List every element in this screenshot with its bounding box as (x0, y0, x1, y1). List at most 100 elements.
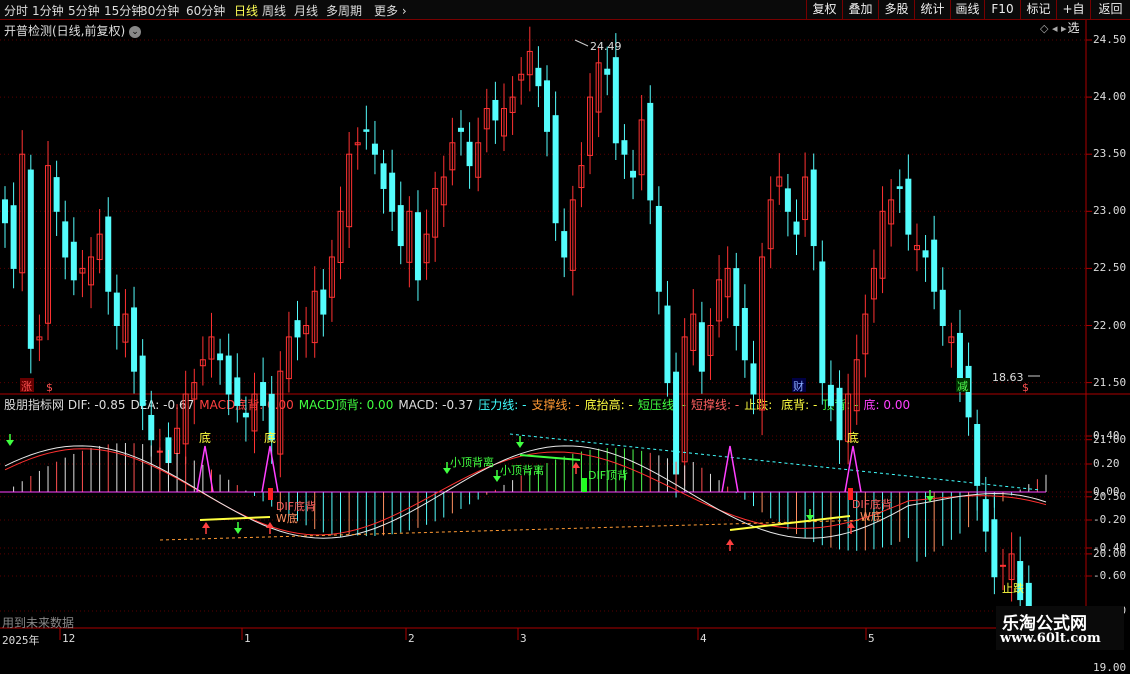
di-label: 底 (847, 430, 859, 445)
candle-body (381, 164, 386, 189)
high-pointer (575, 40, 588, 46)
candle-body (226, 356, 231, 394)
candle-body (63, 222, 68, 257)
candle-body (906, 179, 911, 234)
signal-arrow (726, 539, 734, 545)
short-pressure-line (520, 455, 580, 460)
signal-arrow (443, 468, 451, 474)
xiao-dingbeili-label-2: 小顶背离 (500, 463, 544, 477)
jian-marker: 减 (957, 380, 968, 393)
candle-body (390, 173, 395, 211)
zhang-marker: 涨 (21, 380, 32, 393)
signal-arrow (493, 476, 501, 482)
candle-body (674, 372, 679, 474)
month-label: 12 (62, 632, 75, 645)
candle-body (897, 187, 902, 189)
candle-body (992, 520, 997, 577)
di-peak (197, 446, 213, 492)
candle-body (613, 58, 618, 143)
candle-body (467, 142, 472, 165)
price-tick: 22.00 (1093, 319, 1126, 332)
month-label: 2 (408, 632, 415, 645)
price-tick: 22.50 (1093, 261, 1126, 274)
month-label: 3 (520, 632, 527, 645)
candle-body (742, 308, 747, 359)
signal-arrow (202, 522, 210, 528)
candle-body (631, 171, 636, 177)
watermark: 乐淘公式网 www.60lt.com (996, 606, 1124, 650)
kline-chart[interactable]: 24.4918.63涨$财减$底底底DIF底背W底DIF底背W底小顶背离小顶背离… (0, 0, 1130, 650)
di-peak (262, 446, 278, 492)
candle-body (648, 103, 653, 199)
price-tick: 24.50 (1093, 33, 1126, 46)
bottom-raise-line-2 (200, 517, 270, 520)
candle-body (751, 364, 756, 394)
candle-body (785, 189, 790, 211)
w-di-label: W底 (276, 511, 298, 525)
candle-body (415, 213, 420, 280)
indicator-tick: 0.40 (1093, 429, 1120, 442)
dollar-marker-2: $ (1022, 381, 1029, 394)
candle-body (218, 354, 223, 360)
signal-arrow (234, 528, 242, 534)
high-price-label: 24.49 (590, 40, 622, 53)
candle-body (106, 217, 111, 291)
candle-body (975, 425, 980, 486)
dif-dibei-label-2: DIF底背 (852, 497, 892, 511)
candle-body (11, 206, 16, 269)
dollar-marker: $ (46, 381, 53, 394)
price-tick: 21.50 (1093, 376, 1126, 389)
candle-body (261, 383, 266, 406)
candle-body (665, 306, 670, 383)
candle-body (458, 128, 463, 131)
di-label: 底 (199, 430, 211, 445)
xiao-dingbeili-label: 小顶背离 (450, 455, 494, 469)
price-tick: 23.50 (1093, 147, 1126, 160)
watermark-url: www.60lt.com (1000, 631, 1101, 646)
candle-body (398, 206, 403, 246)
candle-body (140, 356, 145, 405)
candle-body (536, 68, 541, 85)
candle-body (562, 232, 567, 257)
indicator-tick: 0.00 (1093, 485, 1120, 498)
price-tick: 23.00 (1093, 204, 1126, 217)
candle-body (820, 262, 825, 383)
di-peak (722, 446, 738, 492)
price-tick: 24.00 (1093, 90, 1126, 103)
candle-body (699, 323, 704, 371)
dif-dingbei-label: DIF顶背 (588, 468, 628, 482)
indicator-tick: -0.20 (1093, 513, 1126, 526)
candle-body (149, 415, 154, 439)
candle-body (811, 170, 816, 246)
dif-dibei-label: DIF底背 (276, 499, 316, 513)
red-signal-bar-2 (848, 488, 853, 500)
indicator-tick: -0.40 (1093, 541, 1126, 554)
candle-body (364, 130, 369, 132)
candle-body (321, 290, 326, 314)
candle-body (295, 321, 300, 337)
future-data-note: 用到未来数据 (2, 614, 74, 631)
price-tick: 19.00 (1093, 661, 1126, 674)
candle-body (28, 170, 33, 348)
candle-body (932, 240, 937, 291)
candle-body (622, 141, 627, 155)
indicator-tick: -0.60 (1093, 569, 1126, 582)
candle-body (794, 222, 799, 234)
zhidie-label: 止跌 (1002, 581, 1024, 595)
candle-body (372, 144, 377, 154)
signal-arrow (6, 440, 14, 446)
candle-body (1000, 565, 1005, 566)
candle-body (71, 242, 76, 280)
candle-body (828, 385, 833, 405)
candle-body (605, 69, 610, 74)
month-label: 5 (868, 632, 875, 645)
di-peak (845, 446, 861, 492)
candle-body (114, 293, 119, 325)
candle-body (837, 388, 842, 439)
candle-body (656, 206, 661, 291)
red-signal-bar (268, 488, 273, 500)
year-label: 2025年 (2, 632, 40, 648)
low-price-label: 18.63 (992, 371, 1024, 384)
candle-body (734, 269, 739, 326)
month-label: 4 (700, 632, 707, 645)
